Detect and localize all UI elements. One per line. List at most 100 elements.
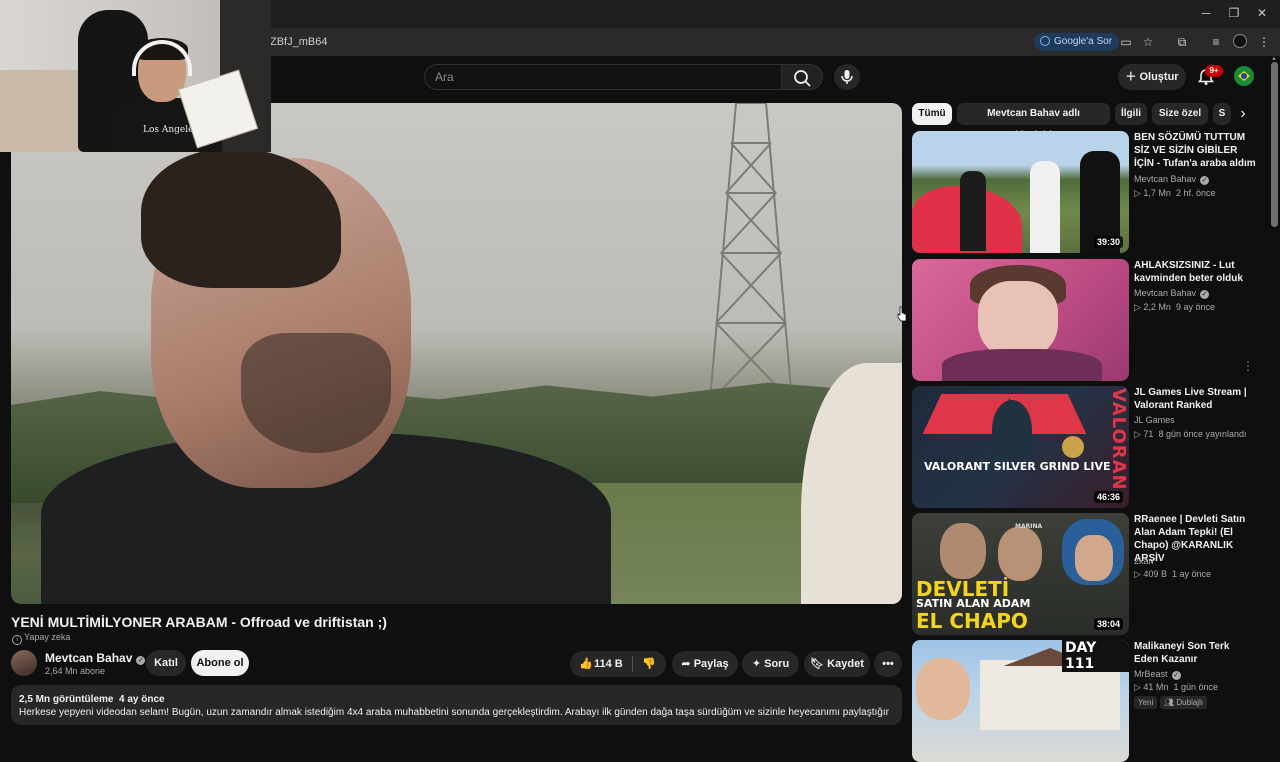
new-badge: Yeni xyxy=(1134,696,1158,709)
search-icon xyxy=(794,70,811,87)
search-bar[interactable] xyxy=(424,64,781,90)
video-thumbnail[interactable]: VALORANT SILVER GRIND LIVE VALORAN 46:36 xyxy=(912,386,1129,508)
video-thumbnail[interactable]: 39:30 xyxy=(912,131,1129,253)
sparkle-icon: ✦ xyxy=(751,658,765,670)
account-avatar[interactable] xyxy=(1234,66,1254,86)
video-thumbnail[interactable]: MARINA DEVLETİ SATIN ALAN ADAM EL CHAPO … xyxy=(912,513,1129,635)
video-duration: 46:36 xyxy=(1093,491,1123,503)
profile-icon[interactable] xyxy=(1232,34,1248,50)
url-text[interactable]: ZBfJ_mB64 xyxy=(270,36,327,48)
share-icon: ➦ xyxy=(681,658,694,670)
recommendation-title[interactable]: Malikaneyi Son Terk Eden Kazanır xyxy=(1134,640,1256,666)
dubbed-icon: 👥︎ xyxy=(1164,698,1177,707)
like-button[interactable]: 👍 114 B xyxy=(570,651,632,677)
webcam-overlay: Los Angeles xyxy=(0,0,271,152)
more-icon: ••• xyxy=(882,658,894,670)
video-player[interactable] xyxy=(11,103,902,604)
views-icon: ▷ xyxy=(1134,429,1144,439)
notification-badge: 9+ xyxy=(1205,65,1223,77)
recommendation-channel[interactable]: JL Games xyxy=(1134,415,1175,425)
video-duration: 38:04 xyxy=(1093,618,1123,630)
views-icon: ▷ xyxy=(1134,569,1144,579)
thumbnail-side-text: VALORAN xyxy=(1108,388,1129,491)
more-options-icon[interactable]: ⋮ xyxy=(1242,359,1254,373)
recommendation-title[interactable]: AHLAKSIZSINIZ - Lut kavminden beter oldu… xyxy=(1134,259,1256,285)
search-input[interactable] xyxy=(425,65,765,89)
share-button[interactable]: ➦ Paylaş xyxy=(672,651,738,677)
chip-partial[interactable]: S xyxy=(1213,103,1231,125)
person-beard xyxy=(241,333,391,453)
description-stats: 2,5 Mn görüntüleme 4 ay önce xyxy=(19,694,165,705)
verified-icon: ✓ xyxy=(1200,176,1210,185)
restore-icon[interactable]: ❐ xyxy=(1224,6,1244,20)
video-title: YENİ MULTİMİLYONER ARABAM - Offroad ve d… xyxy=(11,614,387,630)
recommendation-meta: ▷ 1,7 Mn 2 hf. önce xyxy=(1134,188,1216,198)
page-scrollbar[interactable] xyxy=(1271,62,1278,227)
chip-uploader[interactable]: Mevtcan Bahav adlı yükleyiciden xyxy=(957,103,1110,141)
chevron-right-icon[interactable]: › xyxy=(1232,103,1254,125)
create-button[interactable]: ＋ Oluştur xyxy=(1118,64,1186,90)
recommendation-channel[interactable]: Mevtcan Bahav ✓ xyxy=(1134,174,1210,185)
chip-all[interactable]: Tümü xyxy=(912,103,952,125)
description-box[interactable] xyxy=(11,685,902,725)
minimize-icon[interactable]: ─ xyxy=(1196,6,1216,20)
recommendation-item[interactable]: AHLAKSIZSINIZ - Lut kavminden beter oldu… xyxy=(912,259,1257,381)
extensions-icon[interactable]: ⧉ xyxy=(1174,34,1190,50)
ask-button[interactable]: ✦ Soru xyxy=(742,651,799,677)
recommendation-item[interactable]: DAY 111 Malikaneyi Son Terk Eden Kazanır… xyxy=(912,640,1257,762)
video-thumbnail[interactable]: DAY 111 xyxy=(912,640,1129,762)
video-duration: 39:30 xyxy=(1093,236,1123,248)
recommendation-title[interactable]: JL Games Live Stream | Valorant Ranked xyxy=(1134,386,1256,412)
google-lens-icon xyxy=(1040,36,1050,46)
recommendation-item[interactable]: VALORANT SILVER GRIND LIVE VALORAN 46:36… xyxy=(912,386,1257,508)
cast-icon[interactable]: ▭ xyxy=(1118,34,1134,50)
like-count: 114 B xyxy=(594,658,623,670)
bookmark-star-icon[interactable]: ☆ xyxy=(1140,34,1156,50)
menu-kebab-icon[interactable]: ⋮ xyxy=(1256,34,1272,50)
subscribe-button[interactable]: Abone ol xyxy=(191,650,249,676)
join-button[interactable]: Katıl xyxy=(146,650,186,676)
search-button[interactable] xyxy=(781,64,823,90)
chip-related[interactable]: İlgili xyxy=(1115,103,1147,125)
microphone-icon xyxy=(841,70,853,84)
recommendation-channel[interactable]: Mevtcan Bahav ✓ xyxy=(1134,288,1210,299)
like-icon: 👍 xyxy=(579,658,593,670)
chip-for-you[interactable]: Size özel xyxy=(1152,103,1208,125)
recommendation-meta: ▷ 2,2 Mn 9 ay önce xyxy=(1134,302,1215,312)
recommendation-meta: ▷ 409 B 1 ay önce xyxy=(1134,569,1211,579)
google-ask-button[interactable]: Google'a Sor xyxy=(1034,33,1120,51)
thumbnail-text: VALORANT SILVER GRIND LIVE xyxy=(924,460,1111,473)
video-thumbnail[interactable] xyxy=(912,259,1129,381)
upload-age: 4 ay önce xyxy=(119,694,165,705)
plus-icon: ＋ xyxy=(1125,71,1140,83)
recommendation-meta: ▷ 71 8 gün önce yayınlandı xyxy=(1134,429,1247,439)
recommendation-item[interactable]: MARINA DEVLETİ SATIN ALAN ADAM EL CHAPO … xyxy=(912,513,1257,635)
recommendation-title[interactable]: BEN SÖZÜMÜ TUTTUM SİZ VE SİZİN GİBİLER İ… xyxy=(1134,131,1256,170)
dislike-icon: 👎 xyxy=(642,658,656,670)
recommendation-meta: ▷ 41 Mn 1 gün önce xyxy=(1134,682,1218,692)
voice-search-button[interactable] xyxy=(834,64,860,90)
media-icon[interactable]: ≡ xyxy=(1208,34,1224,50)
channel-name[interactable]: Mevtcan Bahav ✓ xyxy=(45,651,146,665)
thumbnail-small-text: MARINA xyxy=(1015,523,1043,530)
create-label: Oluştur xyxy=(1139,71,1179,83)
channel-avatar[interactable] xyxy=(11,650,37,676)
verified-icon: ✓ xyxy=(136,656,146,665)
save-button[interactable]: 🔖︎ Kaydet xyxy=(804,651,870,677)
verified-icon: ✓ xyxy=(1200,290,1210,299)
recommendation-channel[interactable]: 2kan xyxy=(1134,556,1154,566)
recommendation-item[interactable]: 39:30 BEN SÖZÜMÜ TUTTUM SİZ VE SİZİN GİB… xyxy=(912,131,1257,253)
dislike-button[interactable]: 👎 xyxy=(633,651,666,677)
google-ask-label: Google'a Sor xyxy=(1054,36,1113,47)
bookmark-icon: 🔖︎ xyxy=(810,658,828,670)
close-icon[interactable]: ✕ xyxy=(1252,6,1272,20)
ai-label[interactable]: i Yapay zeka xyxy=(12,632,70,645)
thumbnail-text: DAY 111 xyxy=(1062,640,1129,672)
recommendation-channel[interactable]: MrBeast ✓ xyxy=(1134,669,1181,680)
more-actions-button[interactable]: ••• xyxy=(874,651,902,677)
info-icon: i xyxy=(12,635,22,645)
views-icon: ▷ xyxy=(1134,302,1144,312)
dubbed-badge: 👥︎ Dublajlı xyxy=(1160,696,1208,709)
verified-icon: ✓ xyxy=(1171,671,1181,680)
subscriber-count: 2,64 Mn abone xyxy=(45,666,106,676)
